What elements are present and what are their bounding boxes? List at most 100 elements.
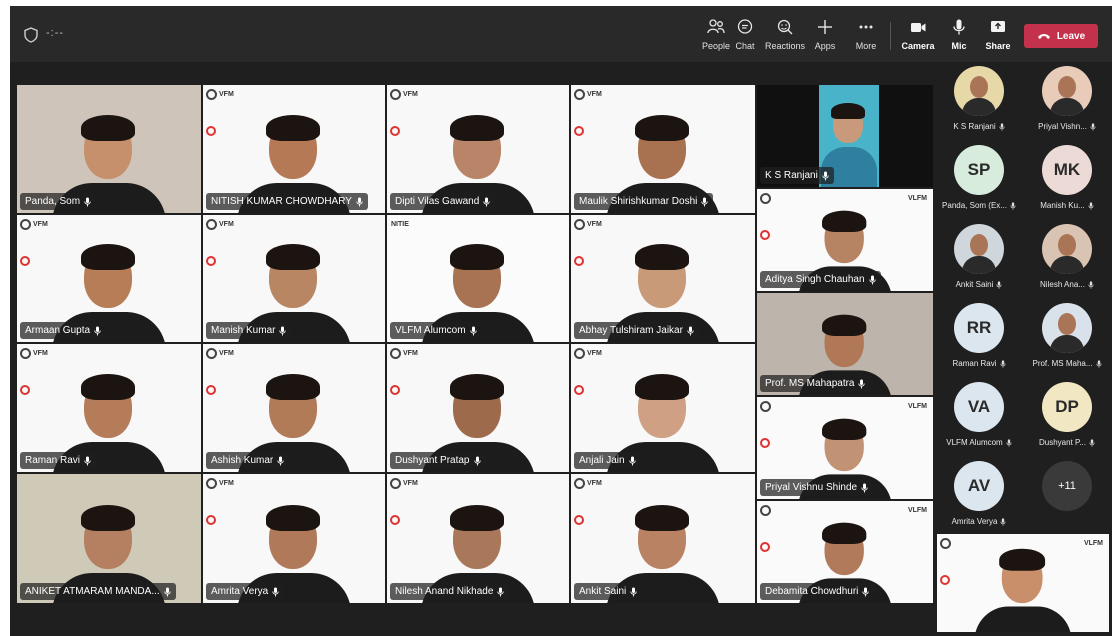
participant-card-name: Dushyant P... <box>1039 438 1095 447</box>
mic-icon <box>356 197 363 206</box>
video-tile[interactable]: VFM Anjali Jain <box>570 343 756 473</box>
participant-name-tag: NITISH KUMAR CHOWDHARY <box>206 193 368 210</box>
participant-card[interactable]: Ankit Saini <box>936 224 1022 304</box>
mic-icon <box>953 19 965 35</box>
video-tile[interactable]: Panda, Som <box>16 84 202 214</box>
video-tile[interactable]: K S Ranjani <box>756 84 934 188</box>
participant-name: Nilesh Anand Nikhade <box>395 586 494 597</box>
tile-logos <box>20 348 32 395</box>
plus-icon <box>818 20 832 34</box>
avatar-initials: VA <box>967 397 991 416</box>
participant-name: Anjali Jain <box>579 455 625 466</box>
video-tile[interactable]: VFM Ashish Kumar <box>202 343 386 473</box>
leave-button[interactable]: Leave <box>1024 24 1098 48</box>
video-tile[interactable]: VFM Manish Kumar <box>202 214 386 343</box>
mic-icon <box>483 197 490 206</box>
nitie-gear-icon <box>574 348 585 359</box>
vlfm-logo: VLFM <box>907 507 927 514</box>
tile-logos <box>940 538 952 585</box>
participant-card[interactable]: Prof. MS Maha... <box>1024 303 1110 383</box>
more-participants[interactable]: +11 <box>1024 461 1110 541</box>
tile-logos <box>574 478 586 525</box>
video-tile[interactable]: VFM Dipti Vilas Gawand <box>386 84 570 214</box>
avatar: SP <box>954 145 1004 195</box>
video-tile[interactable]: VLFM Debamita Chowdhuri <box>756 500 934 604</box>
self-video-tile[interactable]: VLFM <box>937 534 1109 632</box>
participant-name-tag: K S Ranjani <box>760 167 834 184</box>
participant-card[interactable]: Priyal Vishn... <box>1024 66 1110 146</box>
video-tile[interactable]: VFM Amrita Verya <box>202 473 386 604</box>
mic-icon <box>1095 359 1102 368</box>
more-button[interactable]: More <box>840 18 892 58</box>
avatar: RR <box>954 303 1004 353</box>
participant-name-tag: Ashish Kumar <box>206 452 290 469</box>
participant-card[interactable]: VA VLFM Alumcom <box>936 382 1022 462</box>
video-tile[interactable]: VFM Dushyant Pratap <box>386 343 570 473</box>
video-tile[interactable]: VLFM Aditya Singh Chauhan <box>756 188 934 292</box>
video-tile[interactable]: VFM NITISH KUMAR CHOWDHARY <box>202 84 386 214</box>
participant-card-name: Prof. MS Maha... <box>1032 359 1102 368</box>
participant-name: Priyal Vishnu Shinde <box>765 482 858 493</box>
person-hair <box>81 374 135 400</box>
mic-icon <box>473 456 481 465</box>
participant-card[interactable]: MK Manish Ku... <box>1024 145 1110 225</box>
person-hair <box>635 244 689 270</box>
video-tile[interactable]: VFM Maulik Shirishkumar Doshi <box>570 84 756 214</box>
nitie-gear-icon <box>390 348 401 359</box>
nitie-gear-icon <box>206 478 217 489</box>
video-tile[interactable]: VFM Abhay Tulshiram Jaikar <box>570 214 756 343</box>
tile-logos <box>574 89 586 136</box>
participant-card[interactable]: RR Raman Ravi <box>936 303 1022 383</box>
video-tile[interactable]: NITIE VLFM Alumcom <box>386 214 570 343</box>
shield-icon[interactable] <box>24 27 38 43</box>
photo-body <box>962 98 996 116</box>
mic-icon <box>1010 201 1016 210</box>
participant-card[interactable]: Nilesh Ana... <box>1024 224 1110 304</box>
toolbar-divider <box>890 22 891 50</box>
avatar: MK <box>1042 145 1092 195</box>
participant-card[interactable]: DP Dushyant P... <box>1024 382 1110 462</box>
mic-icon <box>822 171 829 180</box>
vfm-logo: VFM <box>403 91 418 98</box>
person-hair <box>822 418 867 440</box>
mic-icon <box>630 587 637 596</box>
participant-name-tag: Raman Ravi <box>20 452 97 469</box>
nitie-gear-icon <box>20 219 31 230</box>
phone-hangup-icon <box>1037 34 1050 39</box>
participant-name-tag: Ankit Saini <box>574 583 643 600</box>
video-tile[interactable]: VFM Armaan Gupta <box>16 214 202 343</box>
participant-card[interactable]: SP Panda, Som (Ex... <box>936 145 1022 225</box>
more-icon <box>859 25 873 29</box>
red-seal-icon <box>574 385 584 395</box>
red-seal-icon <box>940 575 950 585</box>
video-tile[interactable]: VFM Raman Ravi <box>16 343 202 473</box>
camera-label: Camera <box>901 41 935 51</box>
share-label: Share <box>985 41 1011 51</box>
participant-name-tag: Prof. MS Mahapatra <box>760 375 871 392</box>
mic-icon <box>862 587 870 596</box>
participant-card-label: Dushyant P... <box>1039 438 1086 447</box>
participant-name: VLFM Alumcom <box>395 325 466 336</box>
video-tile[interactable]: ANIKET ATMARAM MANDA... <box>16 473 202 604</box>
mic-label: Mic <box>951 41 967 51</box>
mic-icon <box>996 280 1002 289</box>
video-tile[interactable]: VFM Nilesh Anand Nikhade <box>386 473 570 604</box>
participant-card-name: Manish Ku... <box>1040 201 1094 210</box>
video-tile[interactable]: VLFM Priyal Vishnu Shinde <box>756 396 934 500</box>
vfm-logo: VFM <box>219 350 234 357</box>
person-body <box>974 606 1072 632</box>
person-hair <box>266 115 320 141</box>
vfm-logo: VFM <box>219 480 234 487</box>
video-tile[interactable]: Prof. MS Mahapatra <box>756 292 934 396</box>
share-button[interactable]: Share <box>972 18 1024 58</box>
video-tile[interactable]: VFM Ankit Saini <box>570 473 756 604</box>
participant-card[interactable]: AV Amrita Verya <box>936 461 1022 541</box>
nitie-gear-icon <box>206 219 217 230</box>
photo-head <box>1058 313 1076 335</box>
participant-card[interactable]: K S Ranjani <box>936 66 1022 146</box>
participant-card-label: Panda, Som (Ex... <box>942 201 1007 210</box>
red-seal-icon <box>390 126 400 136</box>
meeting-timer: -:-- <box>46 27 65 39</box>
avatar <box>954 66 1004 116</box>
person-hair <box>266 374 320 400</box>
